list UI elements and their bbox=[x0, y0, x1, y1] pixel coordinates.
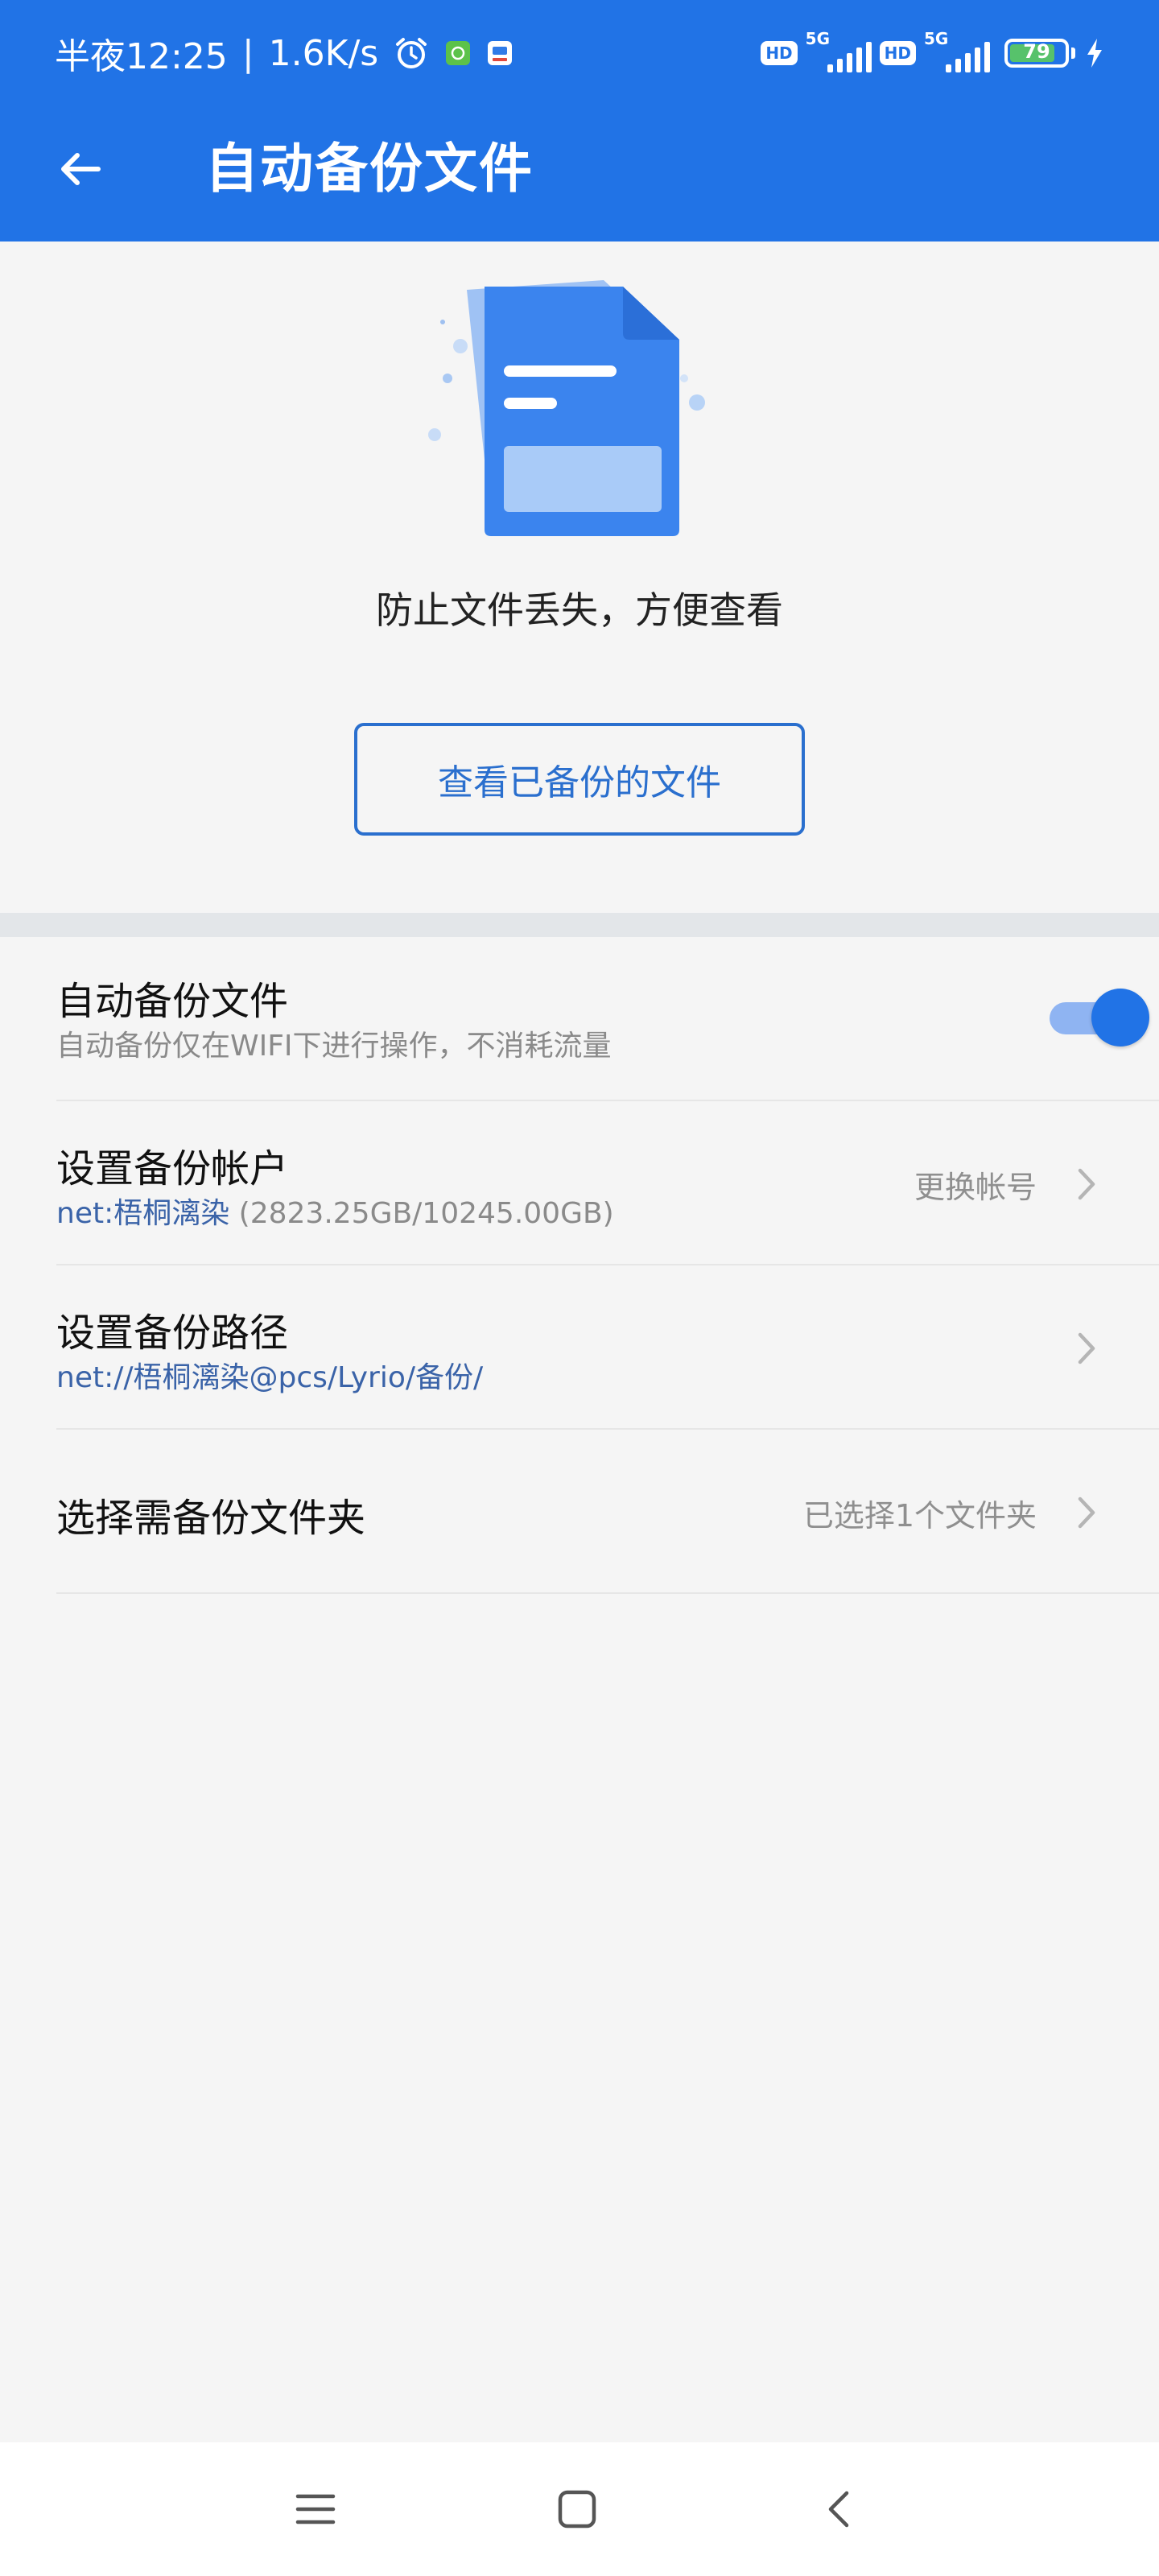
header: 半夜12:25 | 1.6K/s HD 5G HD 5G 79 自动备份文件 bbox=[0, 0, 1159, 242]
status-left: 半夜12:25 | 1.6K/s bbox=[55, 29, 514, 77]
status-right: HD 5G HD 5G 79 bbox=[761, 29, 1104, 76]
backup-account-value: net:梧桐漓染 (2823.25GB/10245.00GB) bbox=[56, 1190, 614, 1232]
battery-level: 79 bbox=[1023, 40, 1050, 63]
app-bar: 自动备份文件 bbox=[0, 105, 1159, 242]
chevron-right-icon bbox=[1078, 1168, 1095, 1200]
status-bar: 半夜12:25 | 1.6K/s HD 5G HD 5G 79 bbox=[0, 0, 1159, 105]
auto-backup-row[interactable]: 自动备份文件 自动备份仅在WIFI下进行操作，不消耗流量 bbox=[56, 937, 1159, 1101]
hd-icon: HD bbox=[761, 41, 798, 65]
backup-path-title: 设置备份路径 bbox=[56, 1311, 289, 1356]
backup-account-title: 设置备份帐户 bbox=[56, 1146, 289, 1191]
network-speed: 1.6K/s bbox=[268, 32, 379, 74]
chevron-right-icon bbox=[1078, 1332, 1095, 1364]
battery-icon: 79 bbox=[1004, 39, 1075, 68]
auto-backup-title: 自动备份文件 bbox=[56, 979, 289, 1024]
chevron-right-icon bbox=[1078, 1496, 1095, 1529]
arrow-left-icon bbox=[61, 153, 101, 185]
charging-icon bbox=[1085, 37, 1104, 69]
backup-path-row[interactable]: 设置备份路径 net://梧桐漓染@pcs/Lyrio/备份/ bbox=[56, 1265, 1159, 1430]
hd-icon: HD bbox=[879, 41, 916, 65]
auto-backup-subtitle: 自动备份仅在WIFI下进行操作，不消耗流量 bbox=[56, 1030, 612, 1063]
nav-home-button[interactable] bbox=[545, 2477, 609, 2541]
section-divider bbox=[0, 913, 1159, 937]
network-type-label: 5G bbox=[924, 29, 949, 48]
page-title: 自动备份文件 bbox=[205, 138, 534, 200]
app-notification-icon bbox=[444, 39, 472, 67]
status-separator: | bbox=[241, 32, 254, 74]
view-backed-up-files-button[interactable]: 查看已备份的文件 bbox=[354, 723, 805, 836]
auto-backup-toggle[interactable] bbox=[1050, 989, 1149, 1048]
back-icon bbox=[828, 2491, 849, 2528]
document-illustration bbox=[419, 266, 740, 555]
account-name: net:梧桐漓染 bbox=[56, 1197, 230, 1230]
backup-path-value: net://梧桐漓染@pcs/Lyrio/备份/ bbox=[56, 1361, 484, 1394]
network-type-label: 5G bbox=[805, 29, 830, 48]
5g-signal-icon: 5G bbox=[924, 29, 990, 76]
backup-folders-title: 选择需备份文件夹 bbox=[56, 1496, 366, 1541]
5g-signal-icon: 5G bbox=[805, 29, 872, 76]
alarm-icon bbox=[393, 35, 430, 72]
navigation-bar bbox=[0, 2442, 1159, 2576]
account-capacity: (2823.25GB/10245.00GB) bbox=[229, 1197, 614, 1230]
nav-back-button[interactable] bbox=[808, 2477, 872, 2541]
selected-folders-count: 已选择1个文件夹 bbox=[802, 1498, 1037, 1534]
nav-menu-button[interactable] bbox=[283, 2477, 348, 2541]
backup-folders-row[interactable]: 选择需备份文件夹 已选择1个文件夹 bbox=[56, 1430, 1159, 1594]
status-time: 半夜12:25 bbox=[55, 36, 228, 77]
menu-icon bbox=[295, 2494, 336, 2524]
change-account-link[interactable]: 更换帐号 bbox=[914, 1162, 1037, 1207]
back-button[interactable] bbox=[48, 137, 113, 201]
app-notification-icon bbox=[486, 39, 514, 67]
backup-account-row[interactable]: 设置备份帐户 net:梧桐漓染 (2823.25GB/10245.00GB) 更… bbox=[56, 1101, 1159, 1265]
tagline: 防止文件丢失，方便查看 bbox=[376, 588, 783, 632]
home-icon bbox=[558, 2490, 596, 2529]
